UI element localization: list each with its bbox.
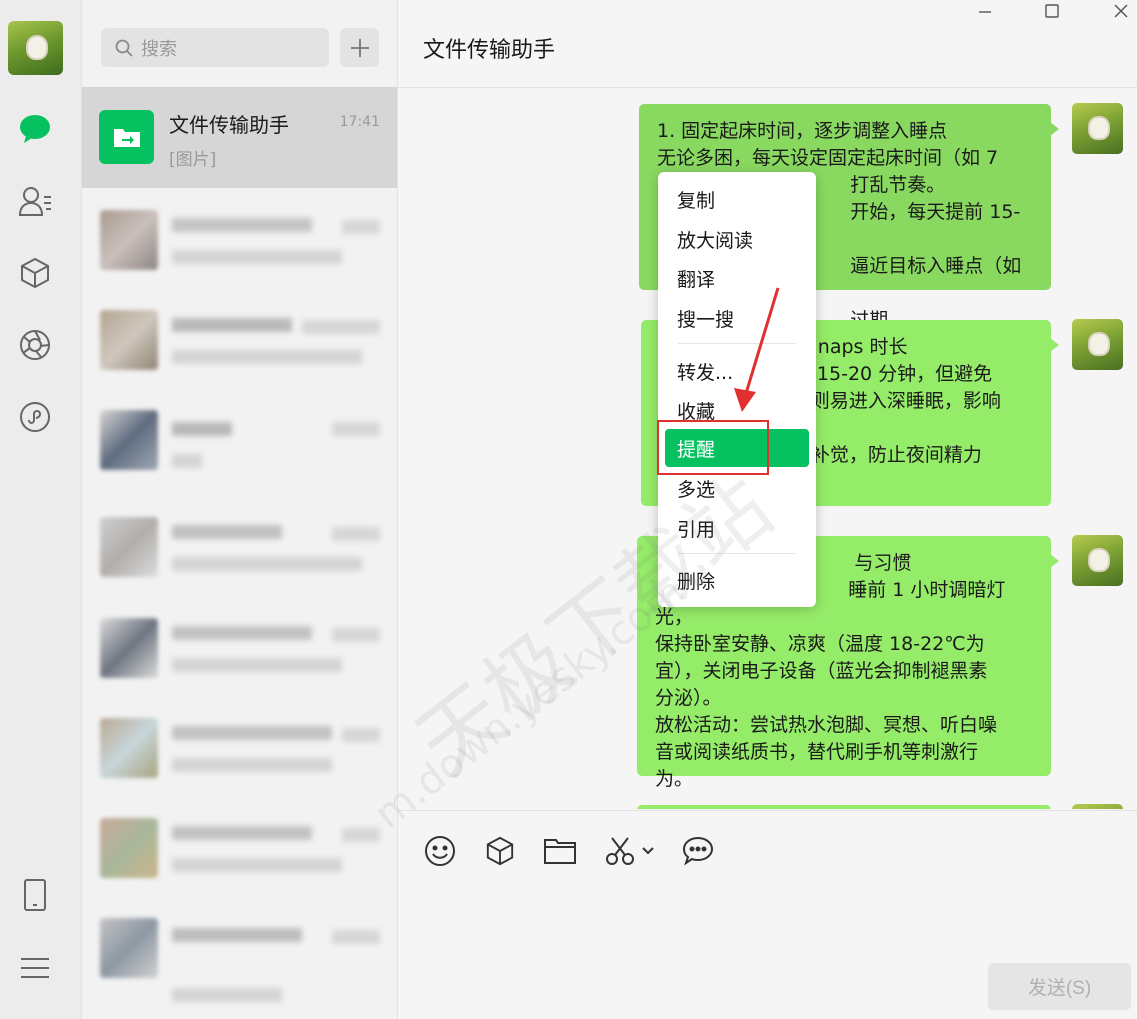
chat-header: 文件传输助手 <box>398 0 1137 88</box>
plus-icon <box>350 38 369 57</box>
session-preview: [图片] <box>169 150 217 170</box>
search-icon <box>115 39 133 57</box>
screenshot-scissors-icon[interactable] <box>602 833 638 869</box>
menu-item-quote[interactable]: 引用 <box>665 509 809 547</box>
session-time: 17:41 <box>339 114 380 130</box>
input-area: 发送(S) <box>398 810 1137 1019</box>
favorites-icon[interactable] <box>482 833 518 869</box>
menu-item-delete[interactable]: 删除 <box>665 561 809 599</box>
session-item-blurred[interactable] <box>82 598 397 698</box>
chevron-down-icon[interactable] <box>638 833 658 869</box>
maximize-icon[interactable] <box>1032 0 1072 22</box>
session-item-blurred[interactable] <box>82 898 397 1002</box>
mini-programs-icon[interactable] <box>17 399 53 435</box>
session-item-blurred[interactable] <box>82 290 397 390</box>
send-button[interactable]: 发送(S) <box>988 963 1131 1010</box>
sender-avatar[interactable] <box>1072 319 1123 370</box>
search-input[interactable]: 搜索 <box>101 28 329 67</box>
phone-icon[interactable] <box>17 877 53 913</box>
session-item-blurred[interactable] <box>82 798 397 898</box>
nav-rail <box>0 0 82 1019</box>
session-item-blurred[interactable] <box>82 390 397 490</box>
sender-avatar[interactable] <box>1072 103 1123 154</box>
favorites-cube-icon[interactable] <box>17 255 53 291</box>
search-placeholder: 搜索 <box>141 38 177 60</box>
user-avatar[interactable] <box>8 21 63 75</box>
folder-icon[interactable] <box>542 833 578 869</box>
close-icon[interactable] <box>1101 0 1137 22</box>
session-item-blurred[interactable] <box>82 497 397 597</box>
moments-shutter-icon[interactable] <box>17 327 53 363</box>
menu-item-enlarge-read[interactable]: 放大阅读 <box>665 220 809 258</box>
file-transfer-icon <box>99 110 154 164</box>
chat-history-icon[interactable] <box>680 833 716 869</box>
sender-avatar[interactable] <box>1072 535 1123 586</box>
session-item-file-transfer[interactable]: 文件传输助手 17:41 [图片] <box>82 87 397 188</box>
annotation-arrow-icon <box>734 287 780 412</box>
chat-icon[interactable] <box>17 111 53 147</box>
contacts-icon[interactable] <box>17 183 53 219</box>
session-list: 搜索 文件传输助手 17:41 [图片] <box>82 0 398 1019</box>
menu-separator <box>678 553 796 554</box>
chat-title: 文件传输助手 <box>423 38 556 63</box>
session-item-blurred[interactable] <box>82 698 397 798</box>
minimize-icon[interactable] <box>965 0 1005 22</box>
session-name: 文件传输助手 <box>169 113 289 137</box>
menu-item-copy[interactable]: 复制 <box>665 180 809 218</box>
menu-icon[interactable] <box>17 950 53 986</box>
sender-avatar[interactable] <box>1072 804 1123 809</box>
emoji-icon[interactable] <box>422 833 458 869</box>
add-button[interactable] <box>340 28 379 67</box>
message-bubble[interactable] <box>637 805 1051 809</box>
session-item-blurred[interactable] <box>82 190 397 290</box>
